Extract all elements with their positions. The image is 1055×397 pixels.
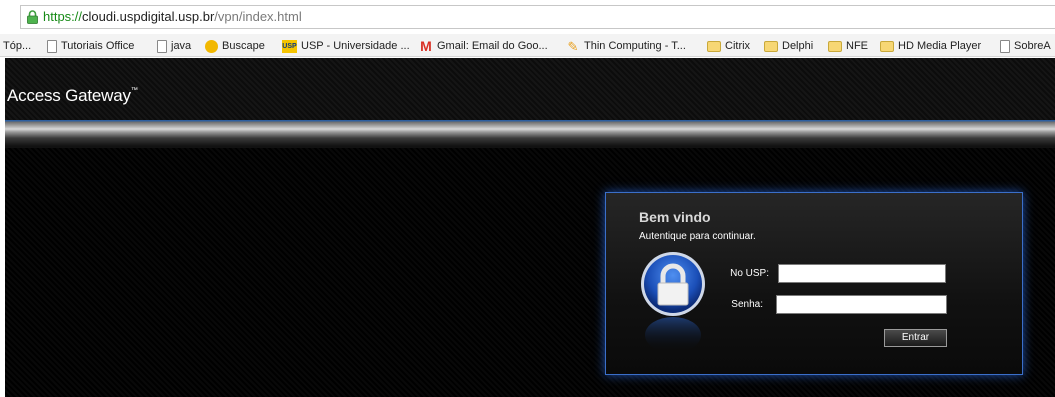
welcome-heading: Bem vindo xyxy=(639,209,711,225)
bookmark-label: Gmail: Email do Goo... xyxy=(437,39,548,52)
thin-computing-icon: ✎ xyxy=(567,38,579,54)
user-label: No USP: xyxy=(730,268,769,279)
bookmark-buscape[interactable]: Buscape xyxy=(205,39,265,53)
usp-number-input[interactable] xyxy=(778,264,946,283)
gateway-page: Access Gateway™ Bem vindo Autentique par… xyxy=(5,58,1055,397)
page-icon xyxy=(1000,39,1010,53)
login-panel: Bem vindo Autentique para continuar. No xyxy=(605,192,1023,375)
bookmark-sobrea[interactable]: SobreA xyxy=(1000,39,1051,53)
bookmark-label: Delphi xyxy=(782,39,814,52)
address-bar-row: https://cloudi.uspdigital.usp.br/vpn/ind… xyxy=(0,0,1055,32)
bookmark-usp[interactable]: USP USP - Universidade ... xyxy=(282,39,410,53)
bookmark-gmail[interactable]: M Gmail: Email do Goo... xyxy=(419,39,548,53)
bookmark-folder-delphi[interactable]: Delphi xyxy=(764,39,813,53)
gateway-title-text: Access Gateway xyxy=(7,86,131,105)
bookmark-folder-citrix[interactable]: Citrix xyxy=(707,39,750,53)
gateway-header: Access Gateway™ xyxy=(5,58,1055,120)
bookmark-thin-computing[interactable]: ✎ Thin Computing - T... xyxy=(566,39,686,53)
bookmark-folder-nfe[interactable]: NFE xyxy=(828,39,868,53)
url-path: /vpn/index.html xyxy=(214,9,302,24)
url-protocol: https:// xyxy=(43,9,83,24)
bookmark-label: java xyxy=(171,39,192,52)
url-host: cloudi.uspdigital.usp.br xyxy=(82,9,215,24)
bookmark-label: USP - Universidade ... xyxy=(301,39,410,52)
password-input[interactable] xyxy=(776,295,947,314)
folder-icon xyxy=(880,40,894,52)
buscape-icon xyxy=(205,39,218,53)
login-button[interactable]: Entrar xyxy=(884,329,947,347)
page-icon xyxy=(157,39,167,53)
gmail-icon: M xyxy=(420,37,432,54)
address-bar[interactable]: https://cloudi.uspdigital.usp.br/vpn/ind… xyxy=(20,5,1055,29)
password-label: Senha: xyxy=(731,299,763,310)
bookmark-tutoriais-office[interactable]: Tutoriais Office xyxy=(47,39,134,53)
bookmark-label: Tutoriais Office xyxy=(61,39,135,52)
gateway-title: Access Gateway™ xyxy=(7,86,138,106)
bookmark-java[interactable]: java xyxy=(157,39,191,53)
bookmark-label: Thin Computing - T... xyxy=(584,39,686,52)
folder-icon xyxy=(707,40,721,52)
login-subtitle: Autentique para continuar. xyxy=(639,231,756,242)
bookmark-label: NFE xyxy=(846,39,868,52)
folder-icon xyxy=(828,40,842,52)
bookmark-label: SobreA xyxy=(1014,39,1051,52)
bookmarks-bar: Tóp... Tutoriais Office java Buscape USP… xyxy=(0,34,1055,57)
bookmark-label: HD Media Player xyxy=(898,39,982,52)
bookmark-label: Citrix xyxy=(725,39,751,52)
padlock-icon xyxy=(641,252,705,353)
folder-icon xyxy=(764,40,778,52)
header-divider-band xyxy=(5,120,1055,148)
lock-icon xyxy=(27,10,38,24)
trademark-mark: ™ xyxy=(130,87,138,94)
usp-icon: USP xyxy=(282,39,297,53)
url-text[interactable]: https://cloudi.uspdigital.usp.br/vpn/ind… xyxy=(43,9,302,25)
page-icon xyxy=(47,39,57,53)
bookmark-label: Tóp... xyxy=(3,39,32,52)
bookmark-folder-hd-media-player[interactable]: HD Media Player xyxy=(880,39,981,53)
bookmark-label: Buscape xyxy=(222,39,265,52)
bookmark-top-sites[interactable]: Tóp... xyxy=(3,39,31,53)
